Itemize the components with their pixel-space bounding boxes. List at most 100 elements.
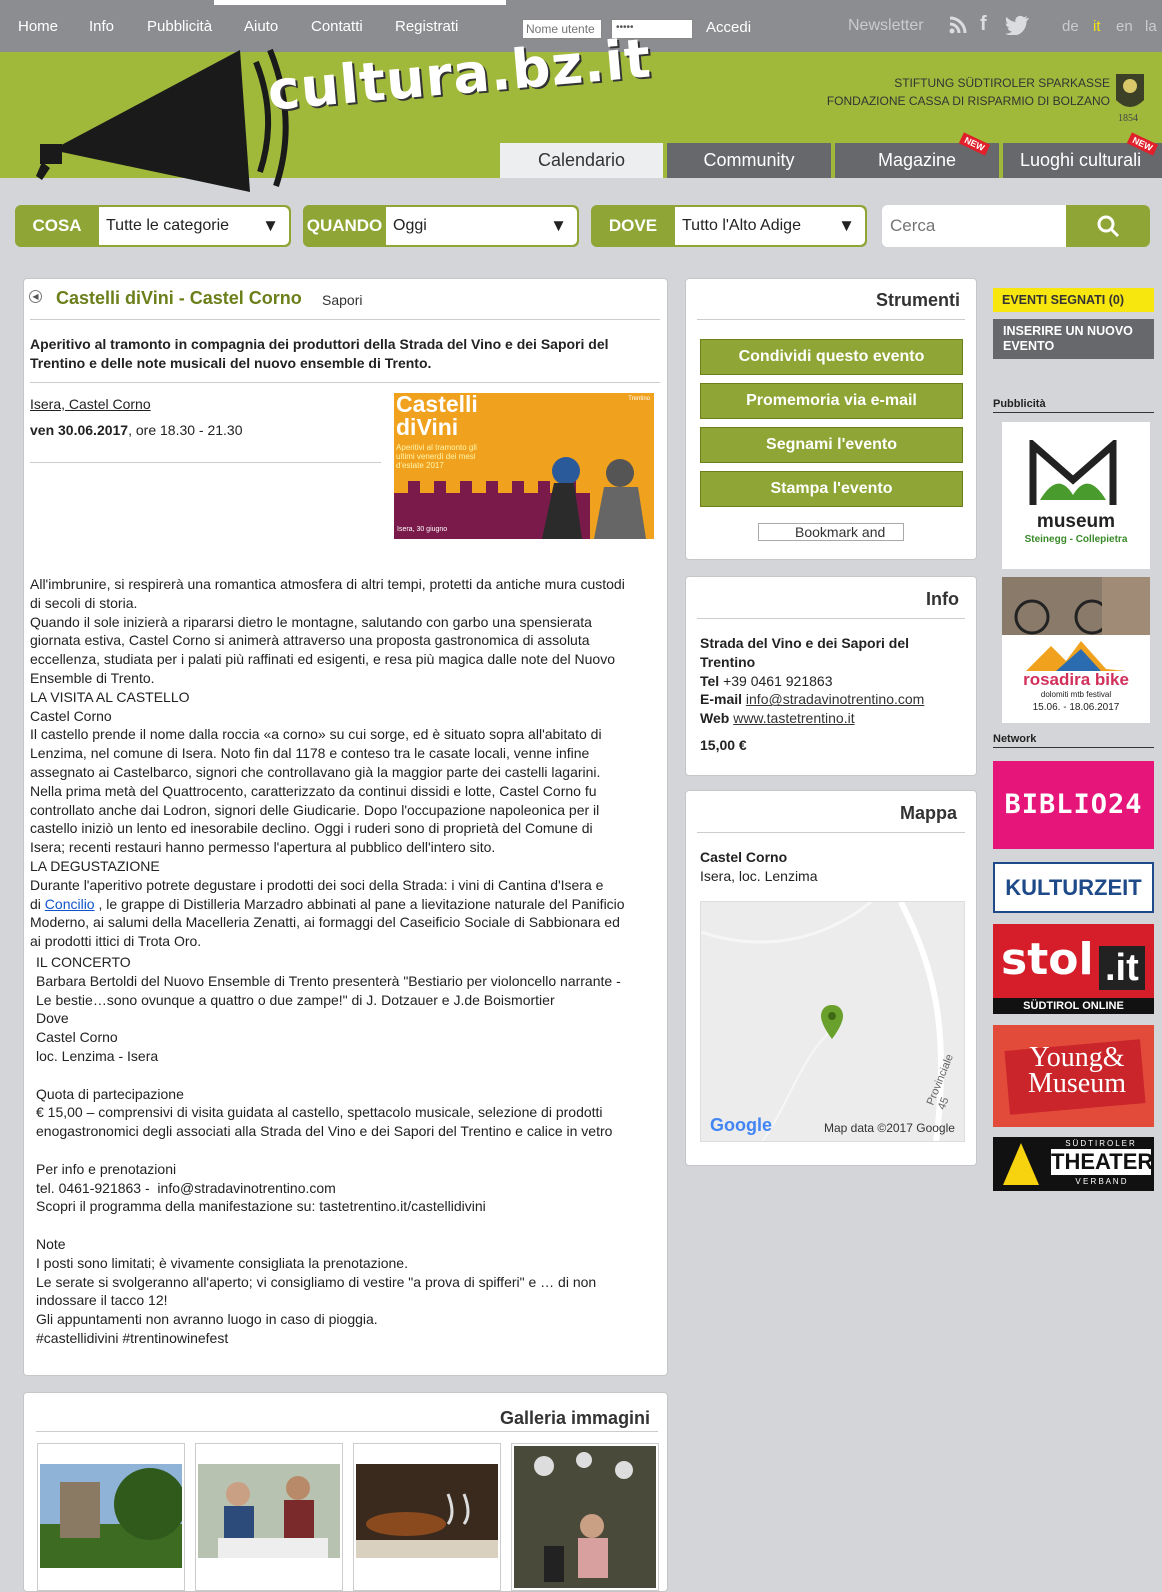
ad-museum-subtitle: Steinegg - Collepietra — [1024, 534, 1128, 545]
concilio-link[interactable]: Concilio — [45, 896, 95, 912]
info-email-link[interactable]: info@stradavinotrentino.com — [746, 691, 924, 707]
description-line: Per info e prenotazioni — [36, 1160, 177, 1177]
info-email-label: E-mail — [700, 691, 743, 708]
ad-stol-subtitle: SÜDTIROL ONLINE — [993, 998, 1154, 1014]
event-poster-image[interactable]: Castelli diVini Aperitivi al tramonto gli… — [394, 393, 654, 539]
filter-quando[interactable]: QUANDO Oggi ▼ — [303, 205, 579, 247]
nav-contatti[interactable]: Contatti — [311, 18, 363, 35]
foundation-line-2: FONDAZIONE CASSA DI RISPARMIO DI BOLZANO — [826, 94, 1110, 108]
event-date: ven 30.06.2017, ore 18.30 - 21.30 — [30, 422, 243, 438]
dropdown-arrow-icon: ▼ — [550, 216, 567, 235]
back-icon[interactable]: ◀ — [29, 290, 42, 303]
description-text: , le grappe di Distilleria Marzadro abbi… — [94, 895, 625, 912]
mark-event-button[interactable]: Segnami l'evento — [700, 427, 963, 463]
megaphone-logo-icon[interactable] — [30, 32, 290, 202]
rss-icon[interactable] — [948, 15, 968, 41]
email-reminder-button[interactable]: Promemoria via e-mail — [700, 383, 963, 419]
filter-cosa-value: Tutte le categorie — [106, 217, 230, 234]
lang-la[interactable]: la — [1145, 18, 1157, 35]
search-button[interactable] — [1066, 205, 1150, 247]
lang-en[interactable]: en — [1116, 18, 1133, 35]
tab-calendario[interactable]: Calendario — [500, 143, 663, 178]
info-org-line2: Trentino — [700, 653, 756, 670]
print-event-button[interactable]: Stampa l'evento — [700, 471, 963, 507]
description-line: Lenzima, nel comune di Isera. Noto fin d… — [30, 745, 590, 762]
info-price: 15,00 € — [700, 736, 747, 753]
foundation-year: 1854 — [1118, 113, 1138, 124]
ad-kulturzeit[interactable]: KULTURZEIT — [993, 862, 1154, 913]
ad-theater-bottom: V E R B A N D — [1075, 1177, 1127, 1186]
newsletter-link[interactable]: Newsletter — [848, 17, 924, 35]
description-line: Scopri il programma della manifestazione… — [36, 1198, 486, 1215]
event-location-link[interactable]: Isera, Castel Corno — [30, 396, 151, 412]
info-web-label: Web — [700, 710, 730, 727]
map-title: Mappa — [900, 803, 958, 823]
ad-theater-verband[interactable]: SÜDTIROLER THEATER V E R B A N D — [993, 1137, 1154, 1191]
description-line: Moderno, ai salumi della Macelleria Zena… — [30, 914, 620, 931]
ads-heading: Pubblicità — [993, 398, 1154, 413]
description-line: € 15,00 – comprensivi di visita guidata … — [36, 1104, 603, 1121]
twitter-icon[interactable] — [1005, 15, 1029, 41]
ad-stol[interactable]: stol .it SÜDTIROL ONLINE — [993, 924, 1154, 1014]
gallery-thumbnail-wine[interactable] — [353, 1443, 501, 1591]
info-web-link[interactable]: www.tastetrentino.it — [733, 710, 854, 726]
foundation-line-1: STIFTUNG SÜDTIROLER SPARKASSE — [894, 76, 1110, 90]
share-event-button[interactable]: Condividi questo evento — [700, 339, 963, 375]
ad-bike-dates: 15.06. - 18.06.2017 — [1032, 702, 1120, 713]
filter-dove-select[interactable]: Tutto l'Alto Adige ▼ — [675, 207, 865, 245]
gallery-thumbnail-castle[interactable] — [37, 1443, 185, 1591]
filter-cosa[interactable]: COSA Tutte le categorie ▼ — [15, 205, 291, 247]
search-input[interactable] — [882, 205, 1067, 247]
lang-de[interactable]: de — [1062, 18, 1079, 35]
bookmark-button[interactable]: Bookmark and — [758, 523, 904, 541]
description-line: controllato anche dai Lodron, signori de… — [30, 801, 600, 818]
info-tel: +39 0461 921863 — [719, 672, 833, 689]
ad-young-title: Young& Museum — [1009, 1044, 1145, 1098]
gallery-thumbnail-people[interactable] — [195, 1443, 343, 1591]
divider — [30, 382, 660, 383]
map-attribution: Map data ©2017 Google — [824, 1121, 955, 1135]
description-text: di — [30, 895, 45, 912]
poster-place: Isera, 30 giugno — [397, 526, 448, 533]
facebook-icon[interactable]: f — [980, 13, 987, 36]
event-description: All'imbrunire, si respirerà una romantic… — [30, 575, 662, 951]
tab-community[interactable]: Community — [667, 143, 831, 178]
ad-biblio24[interactable]: BIBLIO24 — [993, 761, 1154, 849]
poster-brand: Trentino — [628, 396, 650, 402]
lang-it[interactable]: it — [1093, 18, 1101, 35]
description-line: Le serate si svolgeranno all'aperto; vi … — [36, 1273, 597, 1290]
event-title: Castelli diVini - Castel Corno — [56, 288, 302, 308]
insert-event-button[interactable]: INSERIRE UN NUOVO EVENTO — [993, 319, 1154, 359]
ad-museum-steinegg[interactable]: museum Steinegg - Collepietra — [1002, 422, 1150, 569]
info-org-line1: Strada del Vino e dei Sapori del — [700, 635, 910, 651]
google-logo: Google — [710, 1115, 772, 1135]
description-line: Note — [36, 1235, 66, 1252]
marked-events-badge[interactable]: EVENTI SEGNATI (0) — [993, 288, 1154, 312]
event-category[interactable]: Sapori — [322, 292, 362, 308]
map-view[interactable]: Provinciale 45 — [700, 901, 965, 1142]
map-street: Isera, loc. Lenzima — [700, 868, 818, 884]
map-marker-icon[interactable] — [821, 1005, 843, 1039]
ad-stol-logo: stol — [1001, 934, 1094, 985]
event-subtitle: Aperitivo al tramonto in compagnia dei p… — [30, 336, 609, 371]
foundation-name: STIFTUNG SÜDTIROLER SPARKASSE FONDAZIONE… — [827, 74, 1110, 110]
description-line: Il castello prende il nome dalla roccia … — [30, 726, 602, 743]
description-line: LA VISITA AL CASTELLO — [30, 688, 190, 705]
filter-quando-select[interactable]: Oggi ▼ — [386, 207, 577, 245]
login-button[interactable]: Accedi — [706, 19, 751, 36]
description-line-with-link: di Concilio , le grappe di Distilleria M… — [30, 895, 662, 914]
description-line: Quota di partecipazione — [36, 1085, 184, 1102]
ad-young-museum[interactable]: Young& Museum — [993, 1025, 1154, 1127]
filter-cosa-select[interactable]: Tutte le categorie ▼ — [99, 207, 289, 245]
ad-museum-title: museum — [1036, 511, 1116, 532]
event-date-time: , ore 18.30 - 21.30 — [128, 422, 243, 438]
nav-registrati[interactable]: Registrati — [395, 18, 458, 35]
divider — [697, 319, 965, 320]
gallery-thumbnail-concert[interactable] — [511, 1443, 659, 1591]
event-date-day: ven 30.06.2017 — [30, 422, 129, 438]
description-line: Isera; recenti restauri hanno permesso l… — [30, 839, 496, 856]
filter-dove[interactable]: DOVE Tutto l'Alto Adige ▼ — [591, 205, 867, 247]
description-line: Nella prima metà del Quattrocento, carat… — [30, 782, 597, 799]
ad-rosadira-bike[interactable]: rosadira bike dolomiti mtb festival 15.0… — [1002, 577, 1150, 723]
map-place: Castel Corno — [700, 849, 788, 865]
